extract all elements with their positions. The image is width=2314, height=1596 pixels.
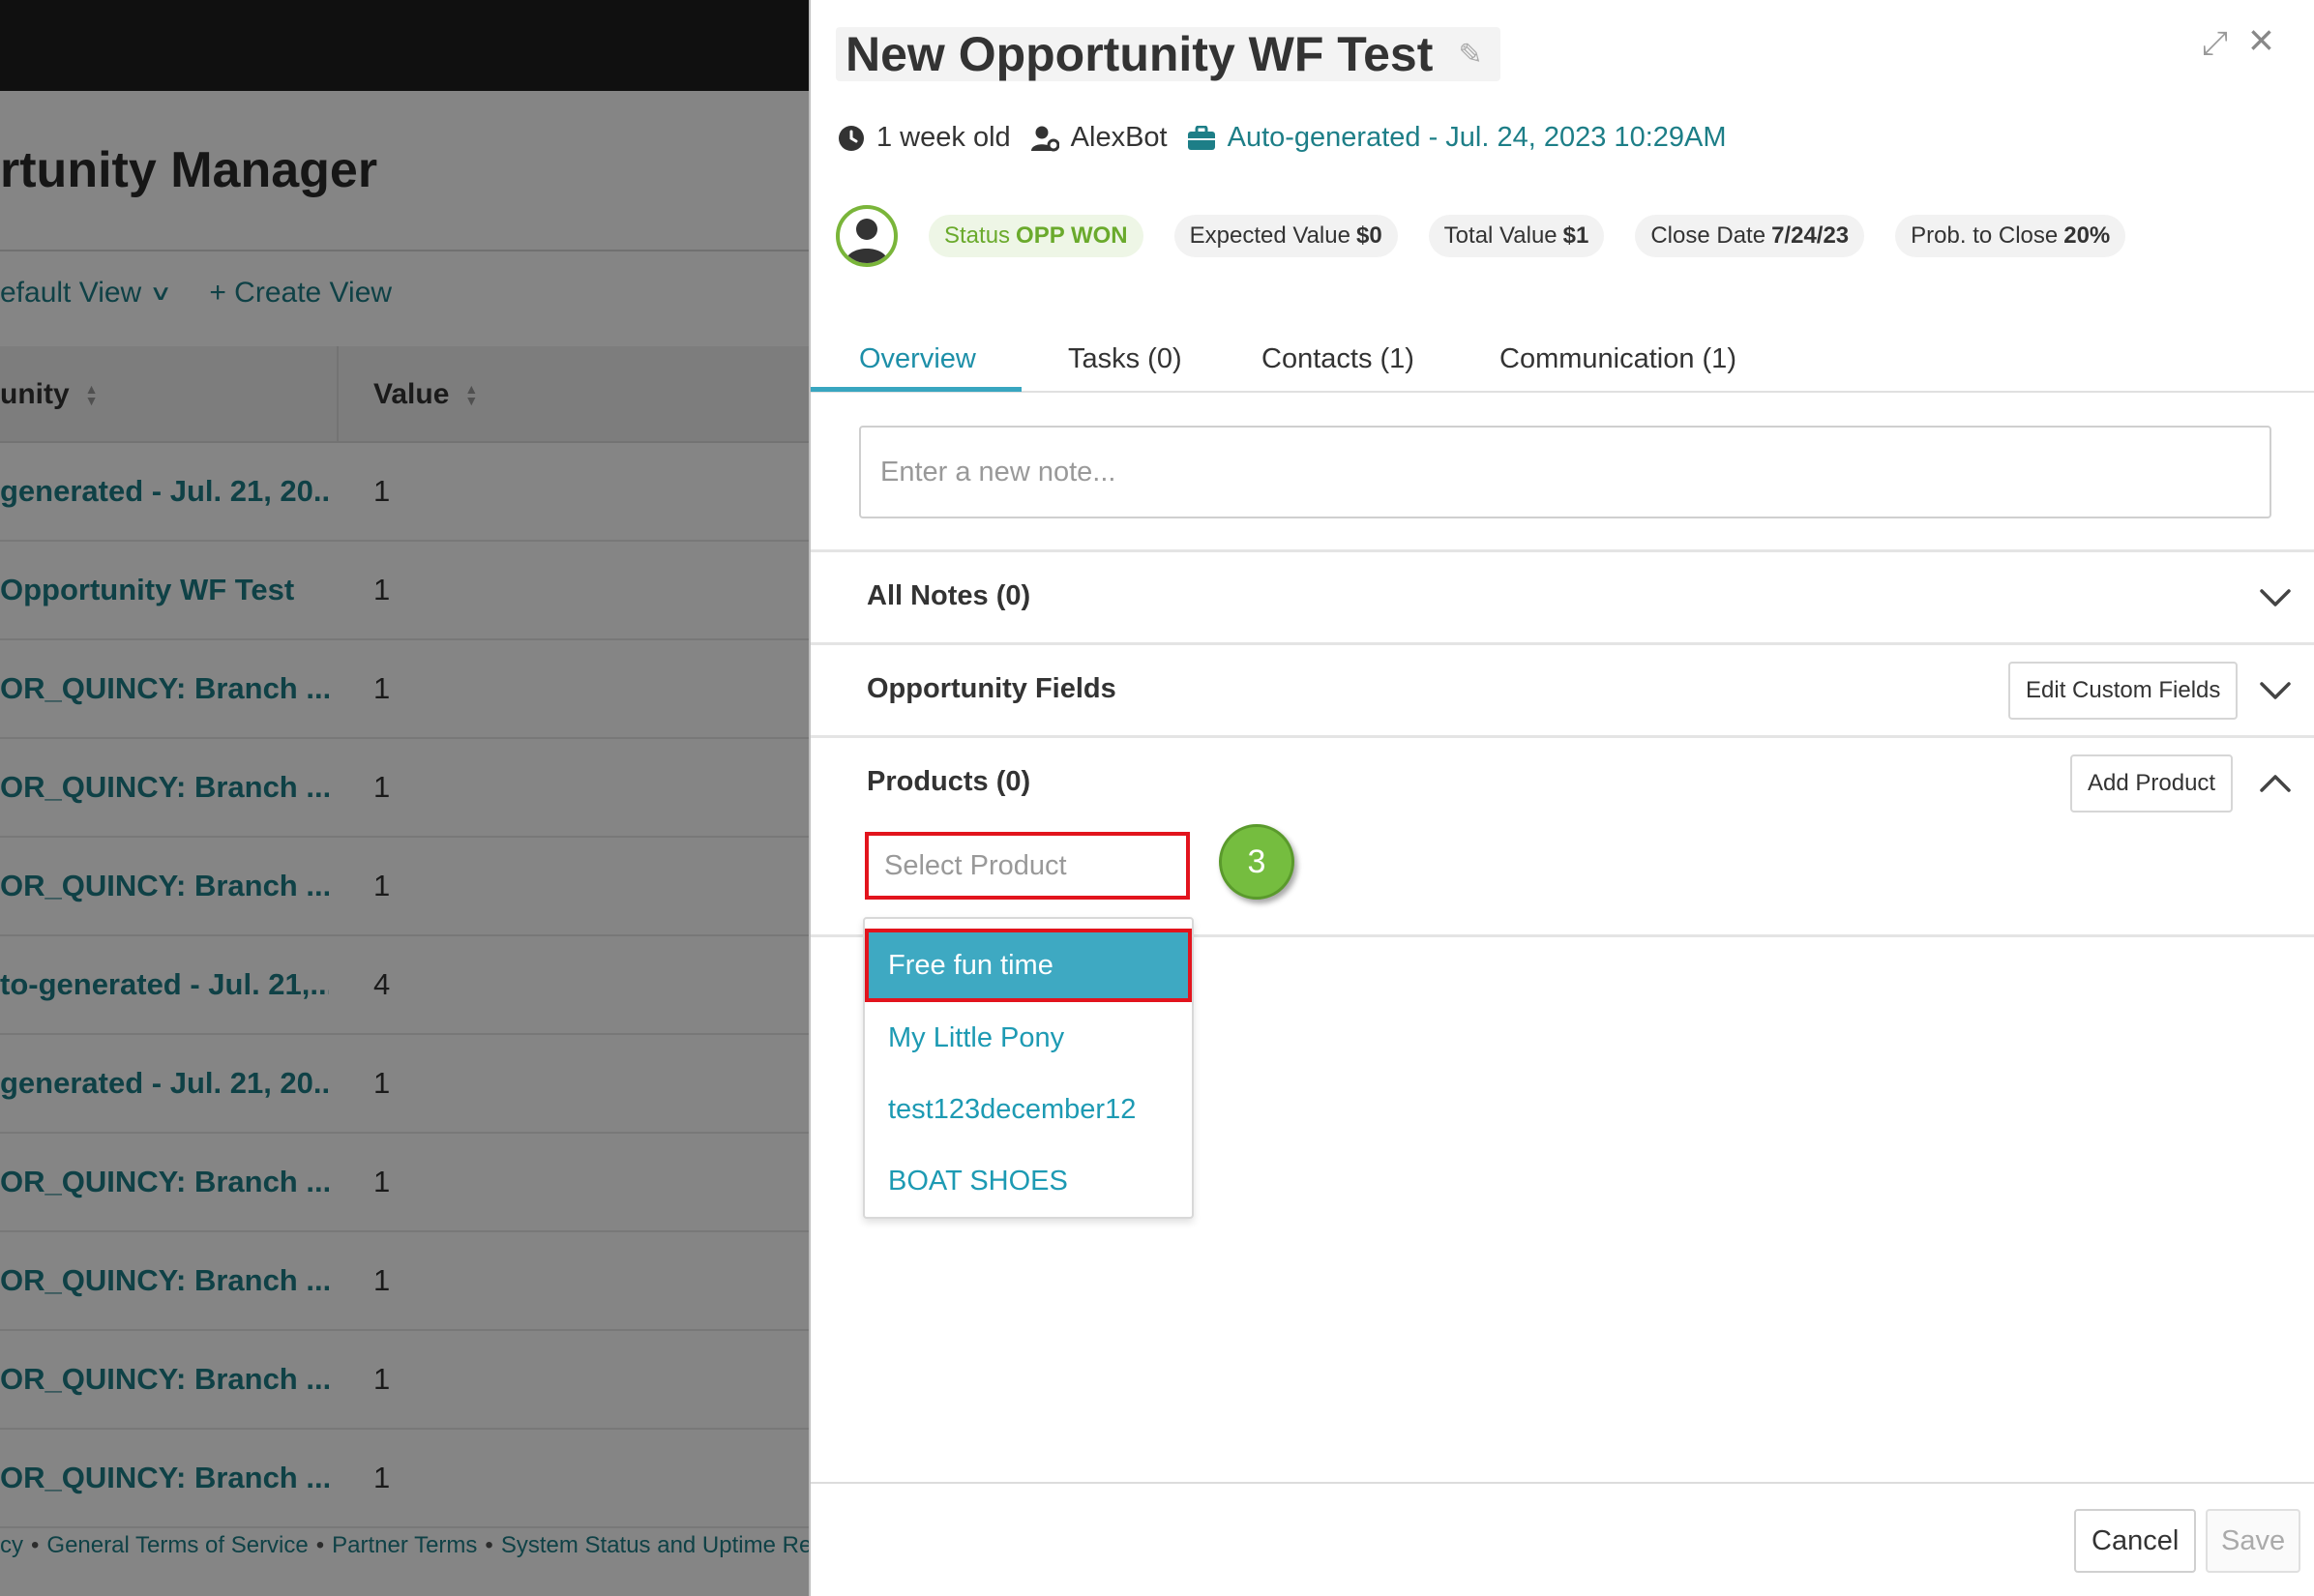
total-value-badge: Total Value $1 [1428,215,1605,257]
source-meta: Auto-generated - Jul. 24, 2023 10:29AM [1187,122,1727,154]
age-meta: 1 week old [838,122,1011,154]
opportunity-meta: 1 week old AlexBot Auto-generated - Jul.… [838,122,1746,154]
summary-badges: Status OPP WON Expected Value $0 Total Val… [836,205,2156,267]
product-option-boat-shoes[interactable]: BOAT SHOES [865,1145,1192,1217]
user-gear-icon [1030,125,1059,152]
product-option-free-fun-time[interactable]: Free fun time [865,929,1192,1002]
chevron-down-icon[interactable] [2256,578,2295,617]
select-product-input[interactable] [865,832,1190,900]
modal-backdrop[interactable] [0,0,811,1596]
product-option-my-little-pony[interactable]: My Little Pony [865,1002,1192,1074]
product-option-test123december12[interactable]: test123december12 [865,1074,1192,1145]
tab-overview[interactable]: Overview [859,325,976,393]
panel-tabs: Overview Tasks (0) Contacts (1) Communic… [811,325,2314,393]
opportunity-detail-panel: New Opportunity WF Test ✎ ⤢ × 1 week old… [809,0,2314,1596]
step-number-badge: 3 [1219,824,1294,900]
probability-badge: Prob. to Close 20% [1895,215,2126,257]
chevron-up-icon[interactable] [2256,764,2295,803]
user-avatar-icon [846,219,888,263]
clock-icon [838,125,865,152]
new-note-input[interactable] [859,426,2271,518]
opportunity-age: 1 week old [876,122,1011,153]
chevron-down-icon[interactable] [2256,671,2295,710]
avatar[interactable] [836,205,898,267]
section-divider [811,735,2314,738]
opportunity-owner: AlexBot [1070,122,1168,153]
section-divider [811,549,2314,552]
product-options-dropdown: Free fun time My Little Pony test123dece… [863,917,1194,1219]
expected-value-badge: Expected Value $0 [1173,215,1398,257]
cancel-button[interactable]: Cancel [2074,1509,2197,1573]
opportunity-title-field[interactable]: New Opportunity WF Test ✎ [836,27,1500,81]
section-divider [811,642,2314,645]
tab-communication[interactable]: Communication (1) [1499,325,1736,393]
add-product-button[interactable]: Add Product [2070,754,2234,813]
owner-meta: AlexBot [1030,122,1168,154]
panel-footer-divider [811,1482,2314,1484]
close-date-badge: Close Date 7/24/23 [1635,215,1865,257]
opportunity-title: New Opportunity WF Test [846,27,1434,81]
edit-custom-fields-button[interactable]: Edit Custom Fields [2008,662,2239,720]
products-header[interactable]: Products (0) [867,766,1030,798]
tab-contacts[interactable]: Contacts (1) [1261,325,1414,393]
pencil-icon[interactable]: ✎ [1458,38,1482,72]
briefcase-icon [1187,125,1216,151]
active-tab-indicator [811,387,1022,392]
all-notes-header[interactable]: All Notes (0) [867,580,1030,612]
close-icon[interactable]: × [2248,17,2274,62]
expand-icon[interactable]: ⤢ [2202,25,2228,63]
tab-tasks[interactable]: Tasks (0) [1068,325,1182,393]
save-button[interactable]: Save [2206,1509,2301,1573]
status-badge: Status OPP WON [929,215,1143,257]
opportunity-fields-header[interactable]: Opportunity Fields [867,673,1116,705]
source-link[interactable]: Auto-generated - Jul. 24, 2023 10:29AM [1228,122,1727,154]
